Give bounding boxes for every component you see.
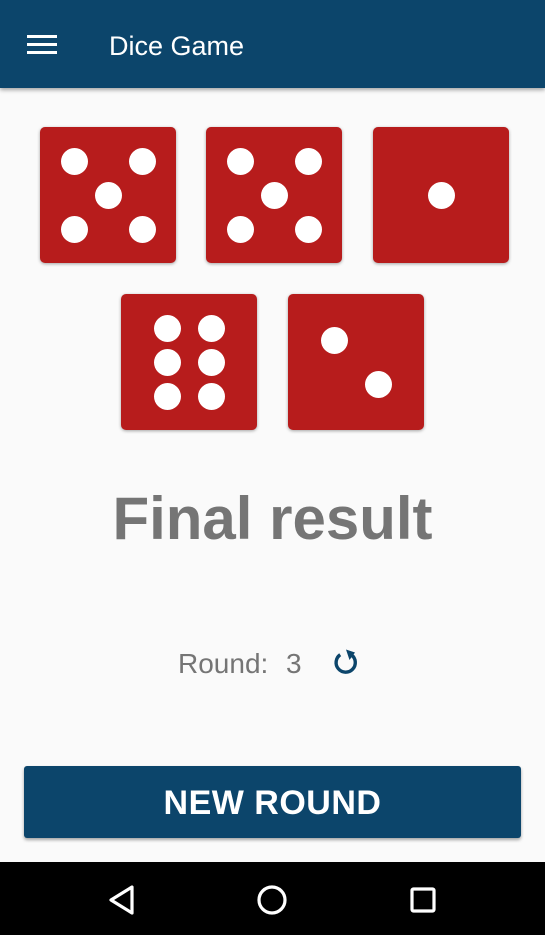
round-value: 3 [286, 648, 302, 679]
recents-icon[interactable] [403, 880, 443, 920]
die-pip [226, 147, 254, 175]
die-pip [128, 215, 156, 243]
back-icon[interactable] [102, 880, 142, 920]
system-nav-bar [0, 862, 545, 935]
die-1[interactable] [40, 127, 176, 263]
die-pip [60, 215, 88, 243]
die-4[interactable] [121, 294, 257, 430]
reset-icon[interactable] [329, 646, 362, 679]
die-pip [197, 348, 225, 376]
hamburger-menu-icon[interactable] [27, 35, 57, 55]
die-pip [226, 215, 254, 243]
die-pip [197, 382, 225, 410]
die-2[interactable] [206, 127, 342, 263]
app-bar: Dice Game [0, 0, 545, 88]
die-3[interactable] [373, 127, 509, 263]
die-pip [294, 215, 322, 243]
round-label: Round: [178, 648, 269, 679]
die-pip [153, 348, 181, 376]
new-round-button[interactable]: NEW ROUND [24, 766, 521, 838]
die-pip [153, 382, 181, 410]
die-5[interactable] [288, 294, 424, 430]
die-pip [128, 147, 156, 175]
home-icon[interactable] [252, 880, 292, 920]
dice-game-app: Dice Game Final result Round: 3 NEW ROUN… [0, 0, 545, 935]
die-pip [60, 147, 88, 175]
die-pip [294, 147, 322, 175]
die-pip [197, 314, 225, 342]
die-pip [94, 181, 122, 209]
die-pip [427, 181, 455, 209]
result-text: Final result [112, 485, 433, 552]
die-pip [153, 314, 181, 342]
die-pip [260, 181, 288, 209]
app-title: Dice Game [109, 31, 245, 61]
die-pip [320, 326, 348, 354]
die-pip [364, 370, 392, 398]
